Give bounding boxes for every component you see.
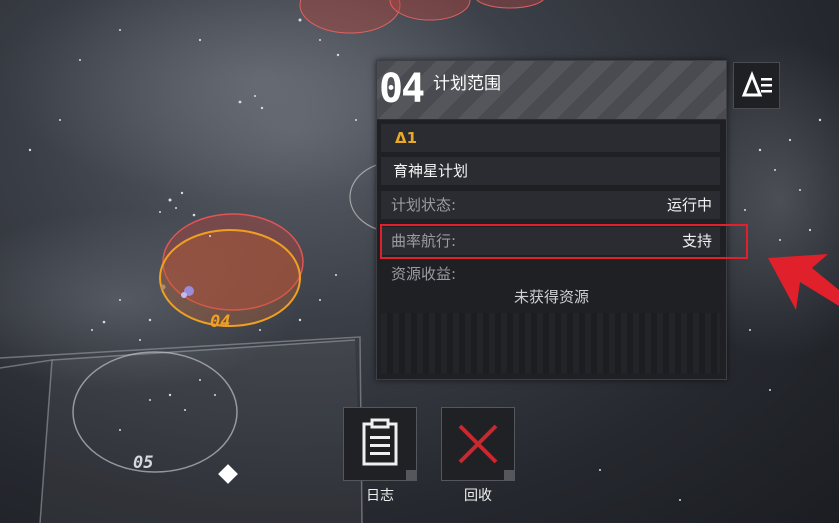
plan-scope-panel: 04 计划范围 Δ1 育神星计划 计划状态: 运行中 曲率航行: 支持 资源收益… (376, 60, 727, 380)
resource-yield-label: 资源收益: (391, 265, 457, 283)
clipboard-icon (362, 418, 416, 480)
panel-title: 计划范围 (433, 74, 501, 94)
resource-yield-value: 未获得资源 (513, 288, 589, 306)
plan-status-label: 计划状态: (391, 196, 457, 214)
recall-button-label: 回收 (464, 488, 492, 504)
resource-yield-row: 资源收益: (381, 260, 720, 288)
sector-04-label: 04 (210, 312, 231, 332)
menu-button[interactable] (733, 62, 780, 109)
plan-status-value: 运行中 (666, 196, 712, 214)
menu-list-icon (741, 70, 772, 97)
log-button-label: 日志 (366, 488, 394, 504)
panel-header: 04 计划范围 (377, 61, 726, 120)
panel-sector-number: 04 (379, 66, 425, 112)
warp-travel-highlight (380, 224, 748, 259)
panel-footer-pattern (381, 313, 720, 373)
sector-04-marker[interactable] (159, 213, 304, 327)
x-cross-icon (458, 424, 514, 480)
tier-badge: Δ1 (381, 124, 720, 152)
plan-name: 育神星计划 (381, 157, 720, 185)
log-button[interactable] (343, 407, 417, 481)
plan-status-row: 计划状态: 运行中 (381, 191, 720, 219)
sector-05-label: 05 (133, 453, 154, 473)
recall-button[interactable] (441, 407, 515, 481)
